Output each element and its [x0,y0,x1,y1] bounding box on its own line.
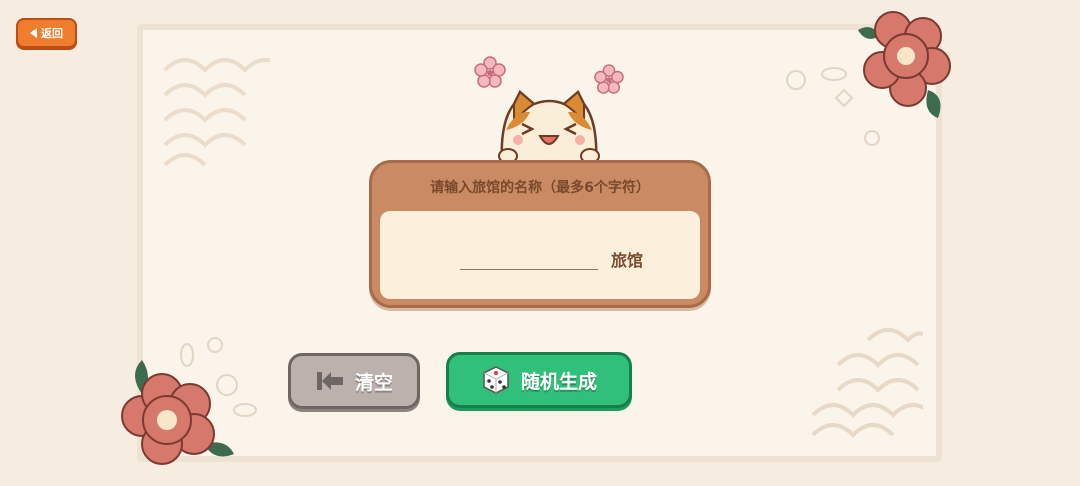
dice-icon [483,366,509,394]
blossom-icon-left [474,56,506,88]
card-title: 请输入旅馆的名称（最多6个字符） [430,180,650,196]
random-generate-button[interactable]: 随机生成 [446,352,632,408]
cat-mascot-icon [498,90,600,164]
clear-button-label: 清空 [354,371,393,394]
back-button[interactable]: 返回 [16,18,77,48]
camellia-flower-bottom-left-icon [121,360,234,465]
backspace-icon [316,372,343,390]
back-arrow-icon [30,28,37,38]
camellia-flower-top-right-icon [858,11,951,118]
name-input-area[interactable]: 旅馆 [380,211,700,299]
name-input-field[interactable] [460,269,598,270]
name-suffix-label: 旅馆 [611,251,644,270]
clear-button[interactable]: 清空 [288,353,420,409]
wave-pattern-bottom-right [811,328,923,438]
back-button-label: 返回 [41,27,63,40]
random-button-label: 随机生成 [520,370,597,393]
name-input-card: 请输入旅馆的名称（最多6个字符） 旅馆 [369,160,711,308]
wave-pattern-top-left [163,58,270,167]
